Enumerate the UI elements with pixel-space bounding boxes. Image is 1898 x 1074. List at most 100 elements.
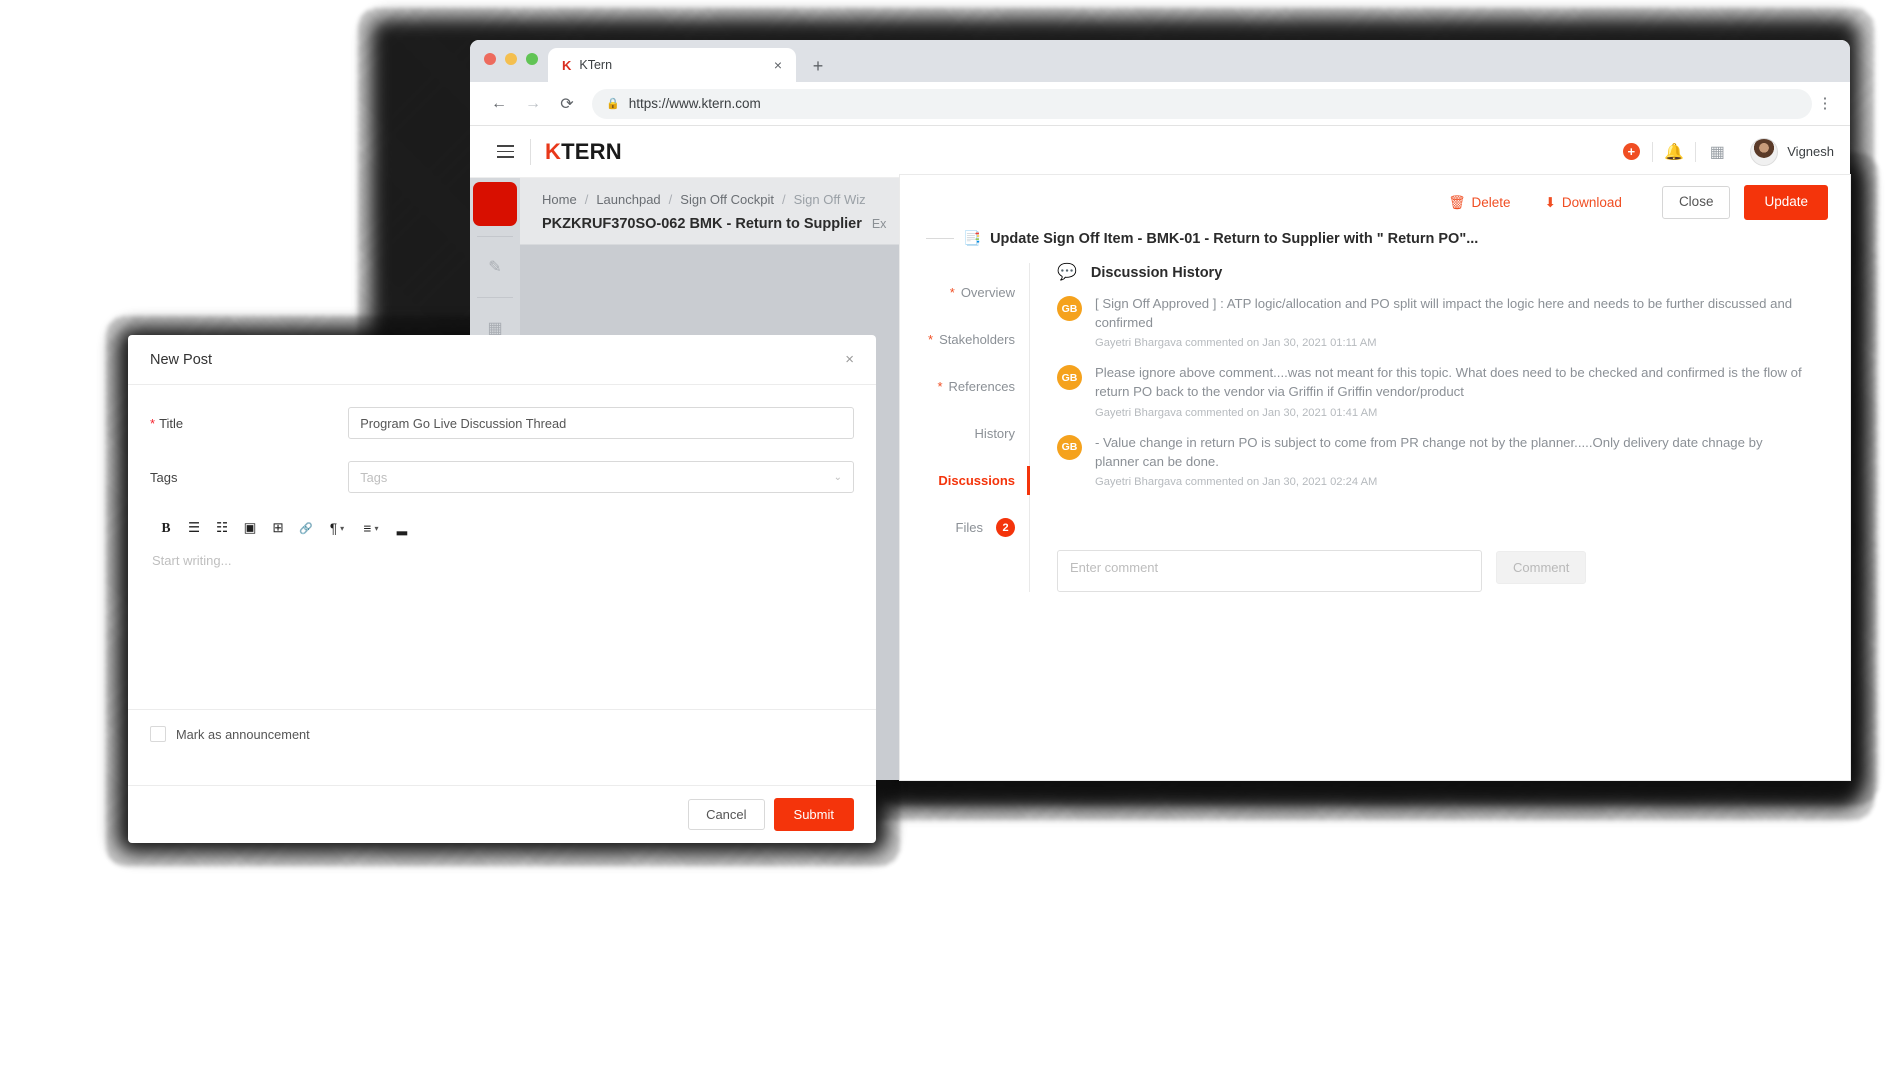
trash-icon: 🗑 xyxy=(1448,194,1466,210)
paragraph-glyph: ¶ xyxy=(329,520,338,536)
paragraph-style-icon[interactable]: ¶ ▾ xyxy=(320,515,354,541)
browser-tab-bar: K KTern × + xyxy=(470,40,1850,82)
ktern-logo-text: TERN xyxy=(561,138,622,164)
delete-label: Delete xyxy=(1471,195,1511,210)
rail-edit-icon[interactable]: ✎ xyxy=(473,247,517,287)
comment-submit-button[interactable]: Comment xyxy=(1496,550,1587,584)
tab-discussions[interactable]: Discussions xyxy=(900,457,1030,504)
delete-button[interactable]: 🗑 Delete xyxy=(1448,195,1510,211)
browser-tab-title: KTern xyxy=(579,58,613,72)
announcement-checkbox[interactable] xyxy=(150,726,166,742)
breadcrumb-separator: / xyxy=(584,192,589,207)
chevron-down-icon: ▾ xyxy=(340,523,345,533)
download-button[interactable]: ⬇ Download xyxy=(1545,195,1622,211)
page-subtitle-text: Ex xyxy=(871,217,887,231)
post-body-editor[interactable]: Start writing... xyxy=(150,547,854,709)
address-bar[interactable]: 🔒 https://www.ktern.com xyxy=(592,88,1812,119)
cancel-button[interactable]: Cancel xyxy=(688,799,765,830)
tab-history[interactable]: History xyxy=(900,410,1029,457)
download-icon: ⬇ xyxy=(1544,194,1556,210)
submit-button[interactable]: Submit xyxy=(773,798,854,831)
header-divider xyxy=(530,138,531,165)
back-icon[interactable]: ← xyxy=(482,87,516,121)
tab-overview[interactable]: * Overview xyxy=(900,269,1029,316)
bullet-list-icon[interactable]: ☰ xyxy=(180,515,208,541)
close-icon[interactable]: × xyxy=(770,58,786,72)
update-button[interactable]: Update xyxy=(1744,185,1828,220)
horizontal-rule-icon[interactable]: ▂ xyxy=(388,515,416,541)
add-plus-glyph: + xyxy=(1622,143,1640,160)
calendar-icon[interactable]: ▦ xyxy=(1696,135,1738,169)
add-icon[interactable]: + xyxy=(1610,135,1652,169)
detail-panel-title-text: Update Sign Off Item - BMK-01 - Return t… xyxy=(990,230,1479,247)
detail-panel-main: * Overview * Stakeholders * References H… xyxy=(900,263,1850,592)
numbered-list-icon[interactable]: ☷ xyxy=(208,515,236,541)
tab-stakeholders-label: Stakeholders xyxy=(939,332,1015,347)
files-count-badge: 2 xyxy=(996,518,1015,537)
detail-panel-title: 📑 Update Sign Off Item - BMK-01 - Return… xyxy=(900,230,1850,247)
modal-title: New Post xyxy=(150,351,213,368)
modal-header: New Post × xyxy=(128,335,876,385)
detail-panel-toolbar: 🗑 Delete ⬇ Download Close Update xyxy=(900,175,1850,230)
reload-icon[interactable]: ⟳ xyxy=(550,87,584,121)
breadcrumb-separator: / xyxy=(668,192,673,207)
avatar[interactable] xyxy=(1750,137,1779,166)
comment-input[interactable] xyxy=(1057,549,1482,592)
bold-icon[interactable]: B xyxy=(152,515,180,541)
align-icon[interactable]: ≡ ▾ xyxy=(354,515,388,541)
comment-text: Please ignore above comment....was not m… xyxy=(1095,365,1802,400)
user-name[interactable]: Vignesh xyxy=(1787,144,1834,159)
comment-text: [ Sign Off Approved ] : ATP logic/alloca… xyxy=(1095,296,1793,331)
close-icon[interactable]: × xyxy=(845,352,854,367)
breadcrumb-item-launchpad[interactable]: Launchpad xyxy=(596,192,660,207)
avatar: GB xyxy=(1057,365,1082,391)
comment-item: GB [ Sign Off Approved ] : ATP logic/all… xyxy=(1057,294,1810,349)
browser-tab[interactable]: K KTern × xyxy=(548,48,796,82)
download-label: Download xyxy=(1561,195,1622,210)
minimize-window-button[interactable] xyxy=(505,53,517,65)
forward-icon[interactable]: → xyxy=(516,87,550,121)
title-field-label: * Title xyxy=(150,416,348,431)
close-button[interactable]: Close xyxy=(1661,186,1731,219)
tags-select[interactable]: Tags ⌄ xyxy=(348,461,854,493)
table-icon[interactable]: ⊞ xyxy=(264,515,292,541)
required-asterisk-icon: * xyxy=(150,415,156,431)
title-field-row: * Title xyxy=(150,407,854,439)
breadcrumb-item-home[interactable]: Home xyxy=(542,192,577,207)
rail-divider-2 xyxy=(477,297,513,298)
comment-form: Comment xyxy=(1057,549,1810,592)
bell-icon[interactable]: 🔔 xyxy=(1653,135,1695,169)
hamburger-menu-icon[interactable] xyxy=(482,145,524,158)
address-bar-url: https://www.ktern.com xyxy=(628,96,761,111)
required-asterisk-icon: * xyxy=(937,379,943,394)
rail-logo[interactable] xyxy=(473,182,517,226)
browser-menu-icon[interactable]: ⋮ xyxy=(1812,96,1838,111)
chevron-down-icon: ⌄ xyxy=(833,471,842,483)
new-tab-button[interactable]: + xyxy=(808,57,828,75)
breadcrumb-item-sign-off-cockpit[interactable]: Sign Off Cockpit xyxy=(680,192,774,207)
announcement-row[interactable]: Mark as announcement xyxy=(128,709,876,742)
tab-stakeholders[interactable]: * Stakeholders xyxy=(900,316,1029,363)
maximize-window-button[interactable] xyxy=(526,53,538,65)
tags-select-placeholder: Tags xyxy=(360,469,388,485)
breadcrumb-item-sign-off-wizard[interactable]: Sign Off Wiz xyxy=(794,192,866,207)
title-input[interactable] xyxy=(348,407,854,439)
chevron-down-icon: ▾ xyxy=(374,523,379,533)
discussion-history-heading: 💬 Discussion History xyxy=(1057,264,1810,282)
ktern-logo[interactable]: K TERN xyxy=(545,139,622,165)
close-window-button[interactable] xyxy=(484,53,496,65)
comment-bubble-icon: 💬 xyxy=(1057,264,1077,281)
browser-url-bar: ← → ⟳ 🔒 https://www.ktern.com ⋮ xyxy=(470,82,1850,126)
required-asterisk-icon: * xyxy=(928,332,934,347)
tab-files-label: Files xyxy=(955,520,983,535)
link-icon[interactable]: 🔗 xyxy=(292,515,320,541)
header-actions: + 🔔 ▦ Vignesh xyxy=(1610,135,1834,169)
comment-meta: Gayetri Bhargava commented on Jan 30, 20… xyxy=(1095,475,1378,488)
image-icon[interactable]: ▣ xyxy=(236,515,264,541)
title-dash xyxy=(926,238,954,239)
sign-off-detail-panel: 🗑 Delete ⬇ Download Close Update 📑 Updat… xyxy=(900,175,1850,780)
tab-references[interactable]: * References xyxy=(900,363,1029,410)
new-post-modal: New Post × * Title Tags Tags ⌄ xyxy=(128,335,876,843)
comment-meta: Gayetri Bhargava commented on Jan 30, 20… xyxy=(1095,337,1377,350)
tab-files[interactable]: Files 2 xyxy=(900,504,1029,551)
